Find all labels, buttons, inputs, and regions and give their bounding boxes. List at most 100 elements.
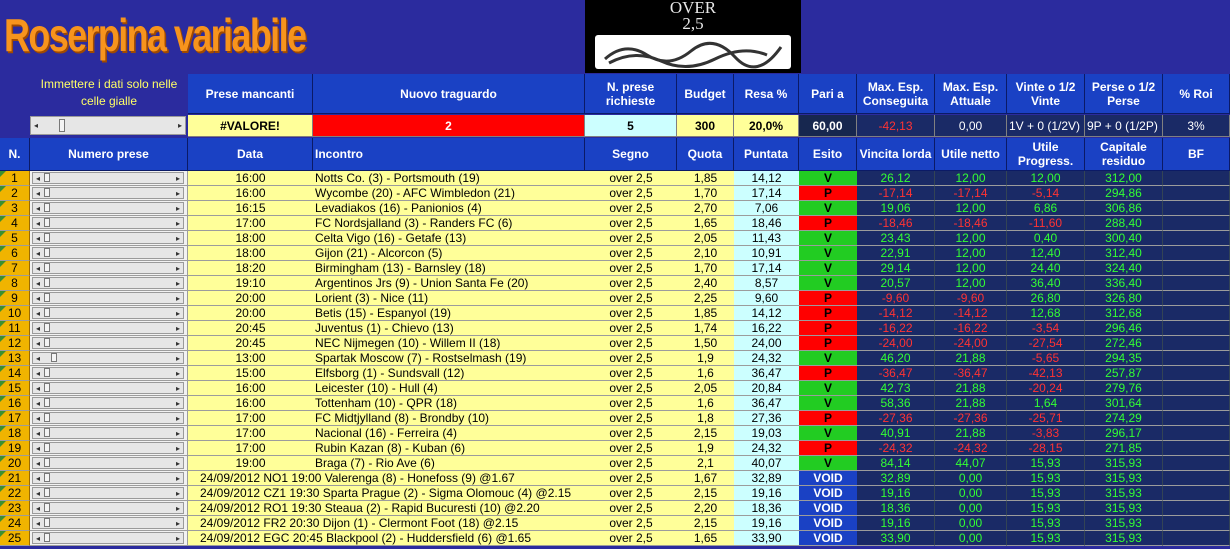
row-incontro[interactable]: Betis (15) - Espanyol (19) — [313, 306, 585, 321]
row-segno[interactable]: over 2,5 — [585, 426, 677, 441]
row-scrollbar[interactable]: ◂ ▸ — [30, 396, 188, 411]
scroll-right-arrow-icon[interactable]: ▸ — [176, 443, 180, 454]
row-data[interactable]: 18:20 — [188, 261, 313, 276]
row-segno[interactable]: over 2,5 — [585, 471, 677, 486]
row-quota[interactable]: 1,8 — [677, 411, 734, 426]
row-data[interactable]: 16:00 — [188, 381, 313, 396]
scroll-left-arrow-icon[interactable]: ◂ — [36, 233, 40, 244]
row-esito[interactable]: VOID — [799, 531, 857, 546]
row-scrollbar[interactable]: ◂ ▸ — [30, 486, 188, 501]
row-quota[interactable]: 2,05 — [677, 381, 734, 396]
row-incontro[interactable]: Levadiakos (16) - Panionios (4) — [313, 201, 585, 216]
row-esito[interactable]: V — [799, 456, 857, 471]
row-esito[interactable]: V — [799, 246, 857, 261]
scroll-thumb[interactable] — [44, 473, 50, 482]
scroll-right-arrow-icon[interactable]: ▸ — [176, 263, 180, 274]
row-quota[interactable]: 2,15 — [677, 516, 734, 531]
scroll-left-arrow-icon[interactable]: ◂ — [36, 518, 40, 529]
scroll-right-arrow-icon[interactable]: ▸ — [176, 353, 180, 364]
scroll-right-arrow-icon[interactable]: ▸ — [176, 383, 180, 394]
row-quota[interactable]: 2,20 — [677, 501, 734, 516]
row-incontro[interactable]: Spartak Moscow (7) - Rostselmash (19) — [313, 351, 585, 366]
value-n-prese[interactable]: 5 — [585, 115, 677, 137]
scroll-right-arrow-icon[interactable]: ▸ — [176, 218, 180, 229]
prese-scrollbar[interactable]: ◂ ▸ — [32, 307, 184, 319]
row-incontro[interactable]: 24/09/2012 RO1 19:30 Steaua (2) - Rapid … — [188, 501, 585, 516]
row-esito[interactable]: P — [799, 321, 857, 336]
scroll-left-arrow-icon[interactable]: ◂ — [36, 353, 40, 364]
row-data[interactable]: 20:45 — [188, 321, 313, 336]
scroll-thumb[interactable] — [44, 278, 50, 287]
row-esito[interactable]: P — [799, 366, 857, 381]
row-esito[interactable]: V — [799, 171, 857, 186]
row-incontro[interactable]: NEC Nijmegen (10) - Willem II (18) — [313, 336, 585, 351]
row-esito[interactable]: V — [799, 261, 857, 276]
prese-scrollbar[interactable]: ◂ ▸ — [32, 292, 184, 304]
row-scrollbar[interactable]: ◂ ▸ — [30, 411, 188, 426]
row-incontro[interactable]: Gijon (21) - Alcorcon (5) — [313, 246, 585, 261]
row-esito[interactable]: V — [799, 396, 857, 411]
row-segno[interactable]: over 2,5 — [585, 171, 677, 186]
row-segno[interactable]: over 2,5 — [585, 456, 677, 471]
row-incontro[interactable]: FC Nordsjalland (3) - Randers FC (6) — [313, 216, 585, 231]
prese-scrollbar[interactable]: ◂ ▸ — [32, 262, 184, 274]
row-quota[interactable]: 1,74 — [677, 321, 734, 336]
row-esito[interactable]: V — [799, 231, 857, 246]
row-incontro[interactable]: 24/09/2012 NO1 19:00 Valerenga (8) - Hon… — [188, 471, 585, 486]
scroll-thumb[interactable] — [44, 383, 50, 392]
prese-scrollbar[interactable]: ◂ ▸ — [32, 472, 184, 484]
row-scrollbar[interactable]: ◂ ▸ — [30, 291, 188, 306]
row-incontro[interactable]: 24/09/2012 FR2 20:30 Dijon (1) - Clermon… — [188, 516, 585, 531]
row-quota[interactable]: 1,6 — [677, 366, 734, 381]
row-segno[interactable]: over 2,5 — [585, 531, 677, 546]
row-scrollbar[interactable]: ◂ ▸ — [30, 501, 188, 516]
row-scrollbar[interactable]: ◂ ▸ — [30, 321, 188, 336]
scroll-left-arrow-icon[interactable]: ◂ — [36, 323, 40, 334]
scroll-thumb[interactable] — [44, 323, 50, 332]
scroll-thumb[interactable] — [44, 458, 50, 467]
row-segno[interactable]: over 2,5 — [585, 486, 677, 501]
row-quota[interactable]: 1,9 — [677, 441, 734, 456]
scroll-right-arrow-icon[interactable]: ▸ — [176, 368, 180, 379]
prese-scrollbar[interactable]: ◂ ▸ — [32, 532, 184, 544]
row-esito[interactable]: VOID — [799, 516, 857, 531]
scroll-thumb[interactable] — [44, 218, 50, 227]
prese-scrollbar[interactable]: ◂ ▸ — [32, 412, 184, 424]
prese-scrollbar[interactable]: ◂ ▸ — [32, 382, 184, 394]
prese-scrollbar[interactable]: ◂ ▸ — [32, 517, 184, 529]
scroll-right-arrow-icon[interactable]: ▸ — [176, 173, 180, 184]
row-quota[interactable]: 2,15 — [677, 426, 734, 441]
row-esito[interactable]: P — [799, 336, 857, 351]
row-scrollbar[interactable]: ◂ ▸ — [30, 351, 188, 366]
row-incontro[interactable]: FC Midtjylland (8) - Brondby (10) — [313, 411, 585, 426]
scroll-left-arrow-icon[interactable]: ◂ — [36, 488, 40, 499]
scroll-right-arrow-icon[interactable]: ▸ — [176, 293, 180, 304]
scroll-thumb[interactable] — [44, 308, 50, 317]
scroll-thumb[interactable] — [44, 173, 50, 182]
scroll-left-arrow-icon[interactable]: ◂ — [36, 248, 40, 259]
row-esito[interactable]: P — [799, 186, 857, 201]
row-incontro[interactable]: Juventus (1) - Chievo (13) — [313, 321, 585, 336]
scroll-left-arrow-icon[interactable]: ◂ — [36, 383, 40, 394]
row-data[interactable]: 13:00 — [188, 351, 313, 366]
row-segno[interactable]: over 2,5 — [585, 276, 677, 291]
row-data[interactable]: 20:00 — [188, 306, 313, 321]
row-incontro[interactable]: Tottenham (10) - QPR (18) — [313, 396, 585, 411]
row-esito[interactable]: VOID — [799, 486, 857, 501]
row-esito[interactable]: P — [799, 411, 857, 426]
scroll-left-arrow-icon[interactable]: ◂ — [36, 218, 40, 229]
scroll-left-arrow-icon[interactable]: ◂ — [36, 203, 40, 214]
prese-scrollbar[interactable]: ◂ ▸ — [32, 187, 184, 199]
scroll-left-arrow-icon[interactable]: ◂ — [36, 293, 40, 304]
row-quota[interactable]: 2,70 — [677, 201, 734, 216]
row-segno[interactable]: over 2,5 — [585, 516, 677, 531]
row-data[interactable]: 16:00 — [188, 396, 313, 411]
row-segno[interactable]: over 2,5 — [585, 366, 677, 381]
scroll-right-arrow-icon[interactable]: ▸ — [176, 458, 180, 469]
row-data[interactable]: 20:00 — [188, 291, 313, 306]
row-esito[interactable]: VOID — [799, 471, 857, 486]
scroll-thumb[interactable] — [44, 503, 50, 512]
scroll-right-arrow-icon[interactable]: ▸ — [176, 398, 180, 409]
row-segno[interactable]: over 2,5 — [585, 396, 677, 411]
row-segno[interactable]: over 2,5 — [585, 441, 677, 456]
